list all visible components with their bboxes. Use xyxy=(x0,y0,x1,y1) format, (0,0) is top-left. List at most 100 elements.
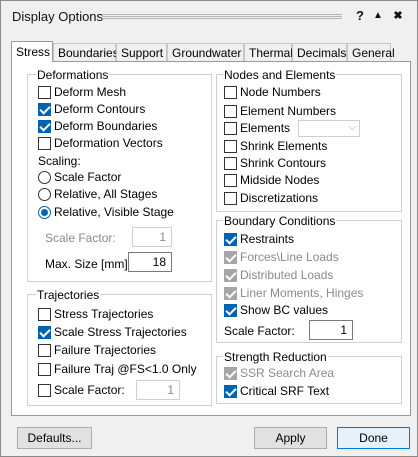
checkbox-box[interactable] xyxy=(38,343,51,357)
scaling-scale-factor-radio[interactable]: Scale Factor xyxy=(38,169,121,185)
checkbox-box[interactable] xyxy=(38,102,51,116)
checkbox-label: Elements xyxy=(240,121,291,135)
checkbox-box[interactable] xyxy=(224,250,237,264)
checkbox-label: Stress Trajectories xyxy=(54,307,154,321)
element-numbers-checkbox[interactable]: Element Numbers xyxy=(224,103,336,119)
checkbox-box[interactable] xyxy=(38,307,51,321)
checkbox-box[interactable] xyxy=(224,173,237,187)
stress-trajectories-checkbox[interactable]: Stress Trajectories xyxy=(38,306,153,322)
scaling-relative-all-radio[interactable]: Relative, All Stages xyxy=(38,186,157,202)
trajectory-scale-factor-input[interactable]: 1 xyxy=(136,380,180,400)
close-icon[interactable]: ✖ xyxy=(390,8,406,24)
liner-moments-hinges-checkbox[interactable]: Liner Moments, Hinges xyxy=(224,285,363,301)
tab-bar: Stress Boundaries Support Groundwater Th… xyxy=(11,41,411,62)
display-options-dialog: Display Options ? ▲ ✖ Stress Boundaries … xyxy=(0,0,418,457)
checkbox-box[interactable] xyxy=(224,85,237,99)
tab-stress[interactable]: Stress xyxy=(11,41,53,62)
discretizations-checkbox[interactable]: Discretizations xyxy=(224,190,318,206)
help-icon[interactable]: ? xyxy=(352,8,368,24)
checkbox-box[interactable] xyxy=(38,362,51,376)
restraints-checkbox[interactable]: Restraints xyxy=(224,231,294,247)
dialog-title: Display Options xyxy=(12,9,104,24)
checkbox-box[interactable] xyxy=(224,384,237,398)
checkbox-label: Discretizations xyxy=(240,191,319,205)
nodes-elements-title: Nodes and Elements xyxy=(223,68,337,82)
apply-button[interactable]: Apply xyxy=(254,427,327,449)
checkbox-box[interactable] xyxy=(224,366,237,380)
ssr-search-area-checkbox[interactable]: SSR Search Area xyxy=(224,365,334,381)
chevron-down-icon: ⌵ xyxy=(348,122,356,133)
checkbox-box[interactable] xyxy=(38,325,51,339)
checkbox-box[interactable] xyxy=(224,268,237,282)
checkbox-box[interactable] xyxy=(38,119,51,133)
defaults-button[interactable]: Defaults... xyxy=(17,427,92,449)
max-size-label: Max. Size [mm]: xyxy=(45,257,132,271)
tab-boundaries[interactable]: Boundaries xyxy=(53,43,119,61)
trajectories-title: Trajectories xyxy=(36,288,101,302)
scaling-relative-visible-radio[interactable]: Relative, Visible Stage xyxy=(38,204,174,220)
checkbox-label: Forces\Line Loads xyxy=(240,250,339,264)
deformation-vectors-checkbox[interactable]: Deformation Vectors xyxy=(38,135,163,151)
deform-contours-checkbox[interactable]: Deform Contours xyxy=(38,101,145,117)
checkbox-label: Node Numbers xyxy=(240,85,321,99)
scale-stress-trajectories-checkbox[interactable]: Scale Stress Trajectories xyxy=(38,324,187,340)
tab-thermal[interactable]: Thermal xyxy=(244,43,293,61)
collapse-icon[interactable]: ▲ xyxy=(370,8,386,24)
bc-scale-factor-label: Scale Factor: xyxy=(224,324,295,338)
checkbox-box[interactable] xyxy=(224,303,237,317)
checkbox-box[interactable] xyxy=(224,139,237,153)
failure-trajectories-checkbox[interactable]: Failure Trajectories xyxy=(38,342,156,358)
elements-checkbox[interactable]: Elements xyxy=(224,120,290,136)
bc-scale-factor-input[interactable]: 1 xyxy=(309,320,353,340)
tab-general[interactable]: General xyxy=(347,43,395,61)
deform-mesh-checkbox[interactable]: Deform Mesh xyxy=(38,84,126,100)
critical-srf-text-checkbox[interactable]: Critical SRF Text xyxy=(224,383,329,399)
deformations-title: Deformations xyxy=(36,68,110,82)
deform-boundaries-checkbox[interactable]: Deform Boundaries xyxy=(38,118,157,134)
radio-label: Relative, All Stages xyxy=(54,187,158,201)
checkbox-label: Show BC values xyxy=(240,303,329,317)
radio-label: Scale Factor xyxy=(54,170,122,184)
checkbox-box[interactable] xyxy=(38,383,51,397)
shrink-elements-checkbox[interactable]: Shrink Elements xyxy=(224,138,327,154)
max-size-input[interactable]: 18 xyxy=(128,252,172,272)
checkbox-box[interactable] xyxy=(224,156,237,170)
shrink-contours-checkbox[interactable]: Shrink Contours xyxy=(224,155,326,171)
radio-circle[interactable] xyxy=(38,205,51,219)
midside-nodes-checkbox[interactable]: Midside Nodes xyxy=(224,172,319,188)
title-bar[interactable]: Display Options ? ▲ ✖ xyxy=(2,2,416,30)
checkbox-label: Scale Factor: xyxy=(54,383,125,397)
forces-line-loads-checkbox[interactable]: Forces\Line Loads xyxy=(224,249,339,265)
checkbox-box[interactable] xyxy=(38,85,51,99)
checkbox-label: Shrink Contours xyxy=(240,156,327,170)
checkbox-box[interactable] xyxy=(224,104,237,118)
show-bc-values-checkbox[interactable]: Show BC values xyxy=(224,302,328,318)
tab-groundwater[interactable]: Groundwater xyxy=(167,43,244,61)
checkbox-box[interactable] xyxy=(224,121,237,135)
tab-support[interactable]: Support xyxy=(116,43,167,61)
checkbox-box[interactable] xyxy=(224,232,237,246)
checkbox-box[interactable] xyxy=(224,286,237,300)
radio-circle[interactable] xyxy=(38,187,51,201)
checkbox-label: Deformation Vectors xyxy=(54,136,163,150)
failure-traj-fs-checkbox[interactable]: Failure Traj @FS<1.0 Only xyxy=(38,361,197,377)
elements-style-dropdown[interactable]: ⌵ xyxy=(298,120,360,137)
checkbox-label: Failure Trajectories xyxy=(54,343,157,357)
checkbox-label: Deform Boundaries xyxy=(54,119,158,133)
checkbox-box[interactable] xyxy=(224,191,237,205)
node-numbers-checkbox[interactable]: Node Numbers xyxy=(224,84,321,100)
drag-grip[interactable] xyxy=(102,14,342,19)
deform-scale-factor-input[interactable]: 1 xyxy=(132,227,172,247)
distributed-loads-checkbox[interactable]: Distributed Loads xyxy=(224,267,333,283)
strength-reduction-title: Strength Reduction xyxy=(223,350,328,364)
done-button[interactable]: Done xyxy=(337,427,410,449)
checkbox-box[interactable] xyxy=(38,136,51,150)
checkbox-label: Distributed Loads xyxy=(240,268,334,282)
radio-label: Relative, Visible Stage xyxy=(54,205,174,219)
tab-decimals[interactable]: Decimals xyxy=(292,43,347,61)
radio-circle[interactable] xyxy=(38,170,51,184)
checkbox-label: Restraints xyxy=(240,232,295,246)
checkbox-label: Midside Nodes xyxy=(240,173,320,187)
checkbox-label: Critical SRF Text xyxy=(240,384,330,398)
trajectory-scale-factor-checkbox[interactable]: Scale Factor: xyxy=(38,382,125,398)
